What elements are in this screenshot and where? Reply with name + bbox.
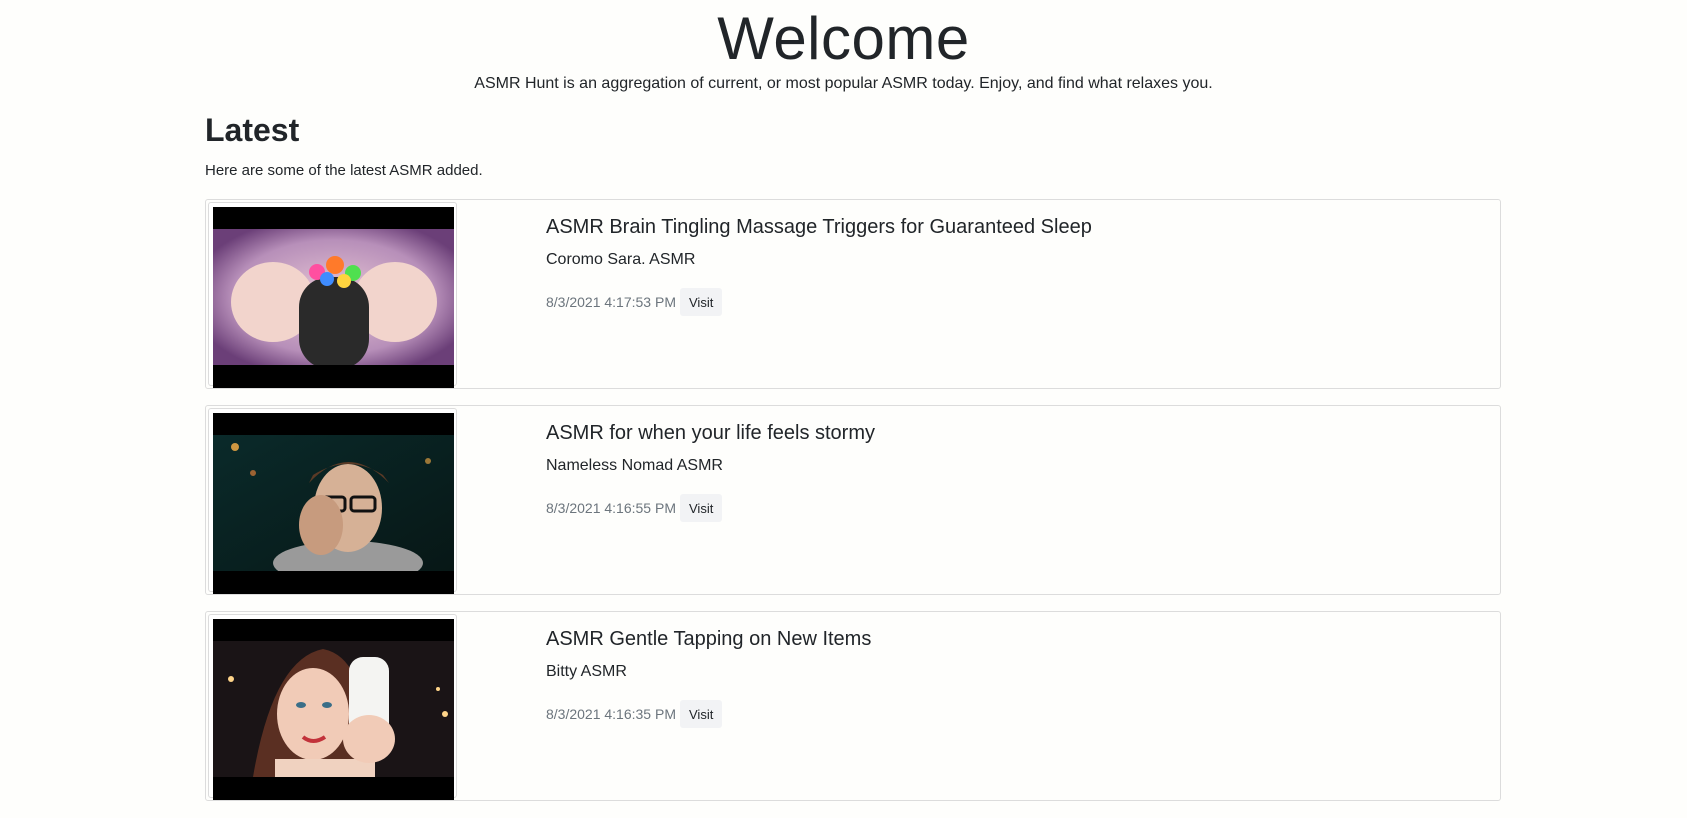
video-thumbnail[interactable] — [213, 413, 454, 594]
video-thumbnail[interactable] — [213, 207, 454, 388]
added-date: 8/3/2021 4:16:35 PM — [546, 706, 676, 722]
channel-name: Nameless Nomad ASMR — [546, 457, 723, 474]
card-meta: 8/3/2021 4:16:35 PM Visit — [546, 700, 723, 728]
added-date: 8/3/2021 4:16:55 PM — [546, 500, 676, 516]
card-meta: 8/3/2021 4:17:53 PM Visit — [546, 288, 723, 316]
thumbnail-frame — [208, 614, 457, 800]
visit-button[interactable]: Visit — [680, 288, 723, 316]
channel-name: Coromo Sara. ASMR — [546, 251, 696, 268]
channel-name: Bitty ASMR — [546, 663, 627, 680]
thumbnail-frame — [208, 202, 457, 388]
section-heading-latest: Latest — [205, 112, 300, 148]
visit-button[interactable]: Visit — [680, 700, 723, 728]
video-title[interactable]: ASMR Brain Tingling Massage Triggers for… — [546, 216, 1092, 239]
latest-list: ASMR Brain Tingling Massage Triggers for… — [205, 199, 1501, 817]
visit-button[interactable]: Visit — [680, 494, 723, 522]
video-thumbnail[interactable] — [213, 619, 454, 800]
thumbnail-frame — [208, 408, 457, 594]
video-title[interactable]: ASMR for when your life feels stormy — [546, 422, 875, 445]
page: Welcome ASMR Hunt is an aggregation of c… — [0, 0, 1687, 818]
video-card: ASMR for when your life feels stormy Nam… — [205, 405, 1501, 595]
section-description: Here are some of the latest ASMR added. — [205, 162, 483, 179]
page-subtitle: ASMR Hunt is an aggregation of current, … — [474, 75, 1213, 92]
card-meta: 8/3/2021 4:16:55 PM Visit — [546, 494, 723, 522]
page-title: Welcome — [717, 5, 970, 72]
video-title[interactable]: ASMR Gentle Tapping on New Items — [546, 628, 871, 651]
video-card: ASMR Brain Tingling Massage Triggers for… — [205, 199, 1501, 389]
video-card: ASMR Gentle Tapping on New Items Bitty A… — [205, 611, 1501, 801]
added-date: 8/3/2021 4:17:53 PM — [546, 294, 676, 310]
